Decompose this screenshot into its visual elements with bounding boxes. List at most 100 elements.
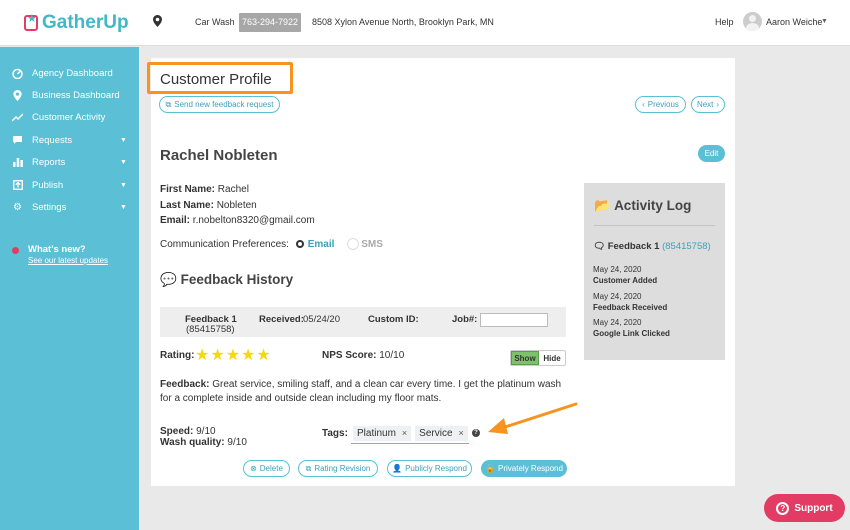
email-label: Email: xyxy=(160,215,191,226)
received-value: 05/24/20 xyxy=(303,314,340,325)
rating-revision-label: Rating Revision xyxy=(314,464,371,473)
feedback-history-title: Feedback History xyxy=(180,272,294,287)
activity-event: Google Link Clicked xyxy=(593,329,670,338)
comment-icon: 💬 xyxy=(160,272,177,287)
latest-updates-link[interactable]: See our latest updates xyxy=(28,256,108,265)
business-name[interactable]: Car Wash xyxy=(195,17,235,27)
job-label: Job#: xyxy=(452,314,478,325)
external-link-icon: ⧉ xyxy=(165,99,172,109)
sidebar-item-reports[interactable]: Reports ▼ xyxy=(0,152,139,172)
sidebar-item-settings[interactable]: ⚙ Settings ▼ xyxy=(0,197,139,217)
arrow-annotation-icon xyxy=(488,402,578,434)
email-radio[interactable] xyxy=(295,240,304,248)
close-icon[interactable]: × xyxy=(402,428,407,439)
send-feedback-request-label: Send new feedback request xyxy=(174,100,274,109)
divider xyxy=(594,225,715,226)
lock-icon: 🔒 xyxy=(485,464,496,473)
help-icon[interactable]: ? xyxy=(472,429,480,437)
logo-text: GatherUp xyxy=(42,12,129,33)
last-name-label: Last Name: xyxy=(160,200,214,211)
show-hide-toggle[interactable]: Show Hide xyxy=(510,350,566,366)
sidebar-item-label: Agency Dashboard xyxy=(32,67,113,79)
help-link[interactable]: Help xyxy=(715,17,734,27)
support-label: Support xyxy=(794,502,833,514)
customer-name: Rachel Nobleten xyxy=(160,147,278,164)
activity-date: May 24, 2020 xyxy=(593,318,642,327)
activity-feedback-row: 🗨 Feedback 1 (85415758) xyxy=(593,241,711,252)
feedback-history-heading: 💬 Feedback History xyxy=(160,272,293,288)
delete-icon: ⊗ xyxy=(250,464,257,473)
email-option-label[interactable]: Email xyxy=(308,239,335,250)
first-name-row: First Name: Rachel xyxy=(160,184,249,195)
question-scores: Speed: 9/10 Wash quality: 9/10 xyxy=(160,426,247,448)
chevron-left-icon: ‹ xyxy=(642,100,645,109)
activity-feedback-label: Feedback 1 xyxy=(607,241,660,252)
first-name-label: First Name: xyxy=(160,184,216,195)
page-title: Customer Profile xyxy=(160,71,272,88)
rating-revision-button[interactable]: ⧉ Rating Revision xyxy=(298,460,378,477)
star-icon: ★ xyxy=(241,347,257,364)
email-row: Email: r.nobelton8320@gmail.com xyxy=(160,215,315,226)
support-button[interactable]: ? Support xyxy=(764,494,845,522)
sidebar-item-customer-activity[interactable]: Customer Activity xyxy=(0,107,139,127)
feedback-text-label: Feedback: xyxy=(160,379,210,390)
sms-radio[interactable] xyxy=(347,238,360,250)
chevron-down-icon[interactable]: ▼ xyxy=(821,18,828,25)
star-rating: ★★★★★ xyxy=(195,345,272,365)
tags-label: Tags: xyxy=(322,428,348,439)
activity-log-heading: 📂 Activity Log xyxy=(594,198,691,214)
comment-icon xyxy=(12,135,23,146)
feedback-id-link[interactable]: (85415758) xyxy=(186,324,235,335)
delete-label: Delete xyxy=(259,464,283,473)
last-name-row: Last Name: Nobleten xyxy=(160,200,257,211)
tag-chip: Platinum × xyxy=(353,426,412,441)
sidebar-item-requests[interactable]: Requests ▼ xyxy=(0,130,139,150)
hide-option[interactable]: Hide xyxy=(539,351,565,365)
sidebar-item-business-dashboard[interactable]: Business Dashboard xyxy=(0,85,139,105)
privately-respond-label: Privately Respond xyxy=(498,464,563,473)
tag-chip: Service × xyxy=(415,426,468,441)
feedback-summary-bar: Feedback 1 (85415758) Received: 05/24/20… xyxy=(160,307,566,337)
previous-button[interactable]: ‹ Previous xyxy=(635,96,686,113)
activity-feedback-id-link[interactable]: (85415758) xyxy=(662,241,711,252)
gatherup-logo[interactable]: GatherUp xyxy=(24,12,129,34)
trend-icon xyxy=(12,112,23,123)
whats-new-title[interactable]: What's new? xyxy=(28,244,86,255)
sms-option-label[interactable]: SMS xyxy=(361,239,383,250)
activity-entry: May 24, 2020 Feedback Received xyxy=(593,291,667,313)
external-link-icon: ⧉ xyxy=(305,463,312,473)
job-number-input[interactable] xyxy=(480,313,548,327)
tags-input[interactable]: Platinum × Service × xyxy=(351,424,469,444)
folder-open-icon: 📂 xyxy=(594,198,611,213)
chevron-down-icon: ▼ xyxy=(120,158,127,166)
show-option[interactable]: Show xyxy=(511,351,539,365)
sidebar-item-label: Publish xyxy=(32,179,64,191)
publicly-respond-button[interactable]: 👤 Publicly Respond xyxy=(387,460,472,477)
top-bar: GatherUp Car Wash 763-294-7922 8508 Xylo… xyxy=(0,0,850,46)
tag-label: Platinum xyxy=(357,428,396,439)
send-feedback-request-button[interactable]: ⧉ Send new feedback request xyxy=(159,96,280,113)
close-icon[interactable]: × xyxy=(459,428,464,439)
sidebar-item-agency-dashboard[interactable]: Agency Dashboard xyxy=(0,63,139,83)
comm-preferences-row: Communication Preferences: Email SMS xyxy=(160,238,383,250)
speed-value: 9/10 xyxy=(196,426,216,437)
activity-event: Feedback Received xyxy=(593,303,668,312)
privately-respond-button[interactable]: 🔒 Privately Respond xyxy=(481,460,567,477)
chevron-down-icon: ▼ xyxy=(120,181,127,189)
user-menu[interactable]: Aaron Weiche xyxy=(766,17,822,27)
delete-button[interactable]: ⊗ Delete xyxy=(243,460,290,477)
next-button[interactable]: Next › xyxy=(691,96,725,113)
nps-score: NPS Score: 10/10 xyxy=(322,350,404,361)
edit-button[interactable]: Edit xyxy=(698,145,725,162)
comm-preferences-label: Communication Preferences: xyxy=(160,239,289,250)
activity-date: May 24, 2020 xyxy=(593,265,642,274)
logo-icon xyxy=(24,12,38,31)
email-value: r.nobelton8320@gmail.com xyxy=(192,215,315,226)
user-icon: 👤 xyxy=(392,464,403,473)
avatar[interactable] xyxy=(743,12,762,31)
business-address: 8508 Xylon Avenue North, Brooklyn Park, … xyxy=(312,17,494,27)
chevron-down-icon: ▼ xyxy=(120,203,127,211)
sidebar-item-publish[interactable]: Publish ▼ xyxy=(0,175,139,195)
star-icon: ★ xyxy=(195,347,211,364)
activity-log-panel: 📂 Activity Log 🗨 Feedback 1 (85415758) M… xyxy=(584,183,725,360)
